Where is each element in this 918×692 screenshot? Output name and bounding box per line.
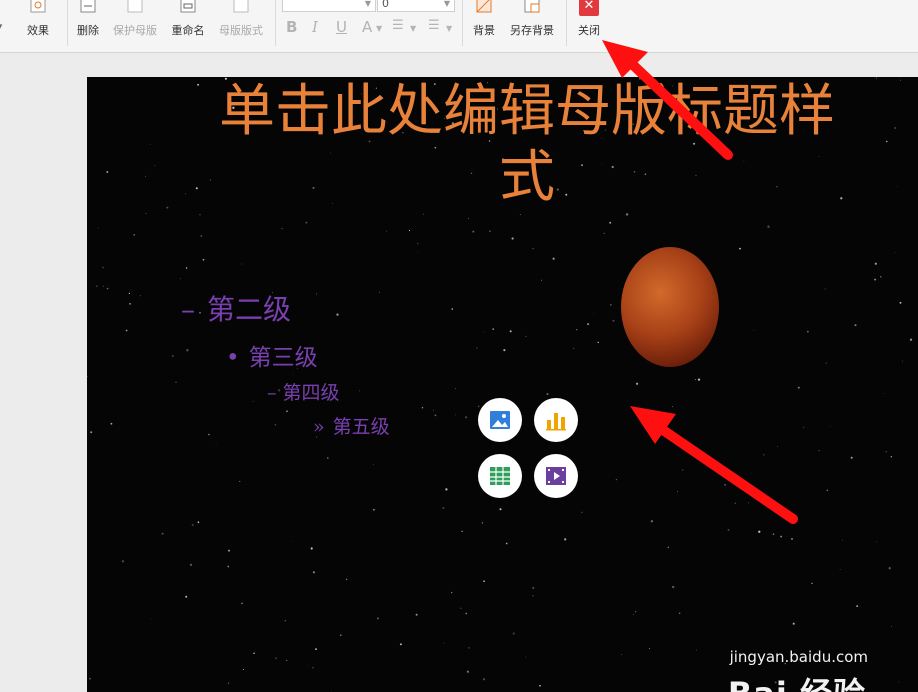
annotation-arrow-close: [602, 40, 733, 160]
annotation-arrows: [602, 40, 798, 524]
annotation-arrow-slide: [630, 406, 798, 524]
